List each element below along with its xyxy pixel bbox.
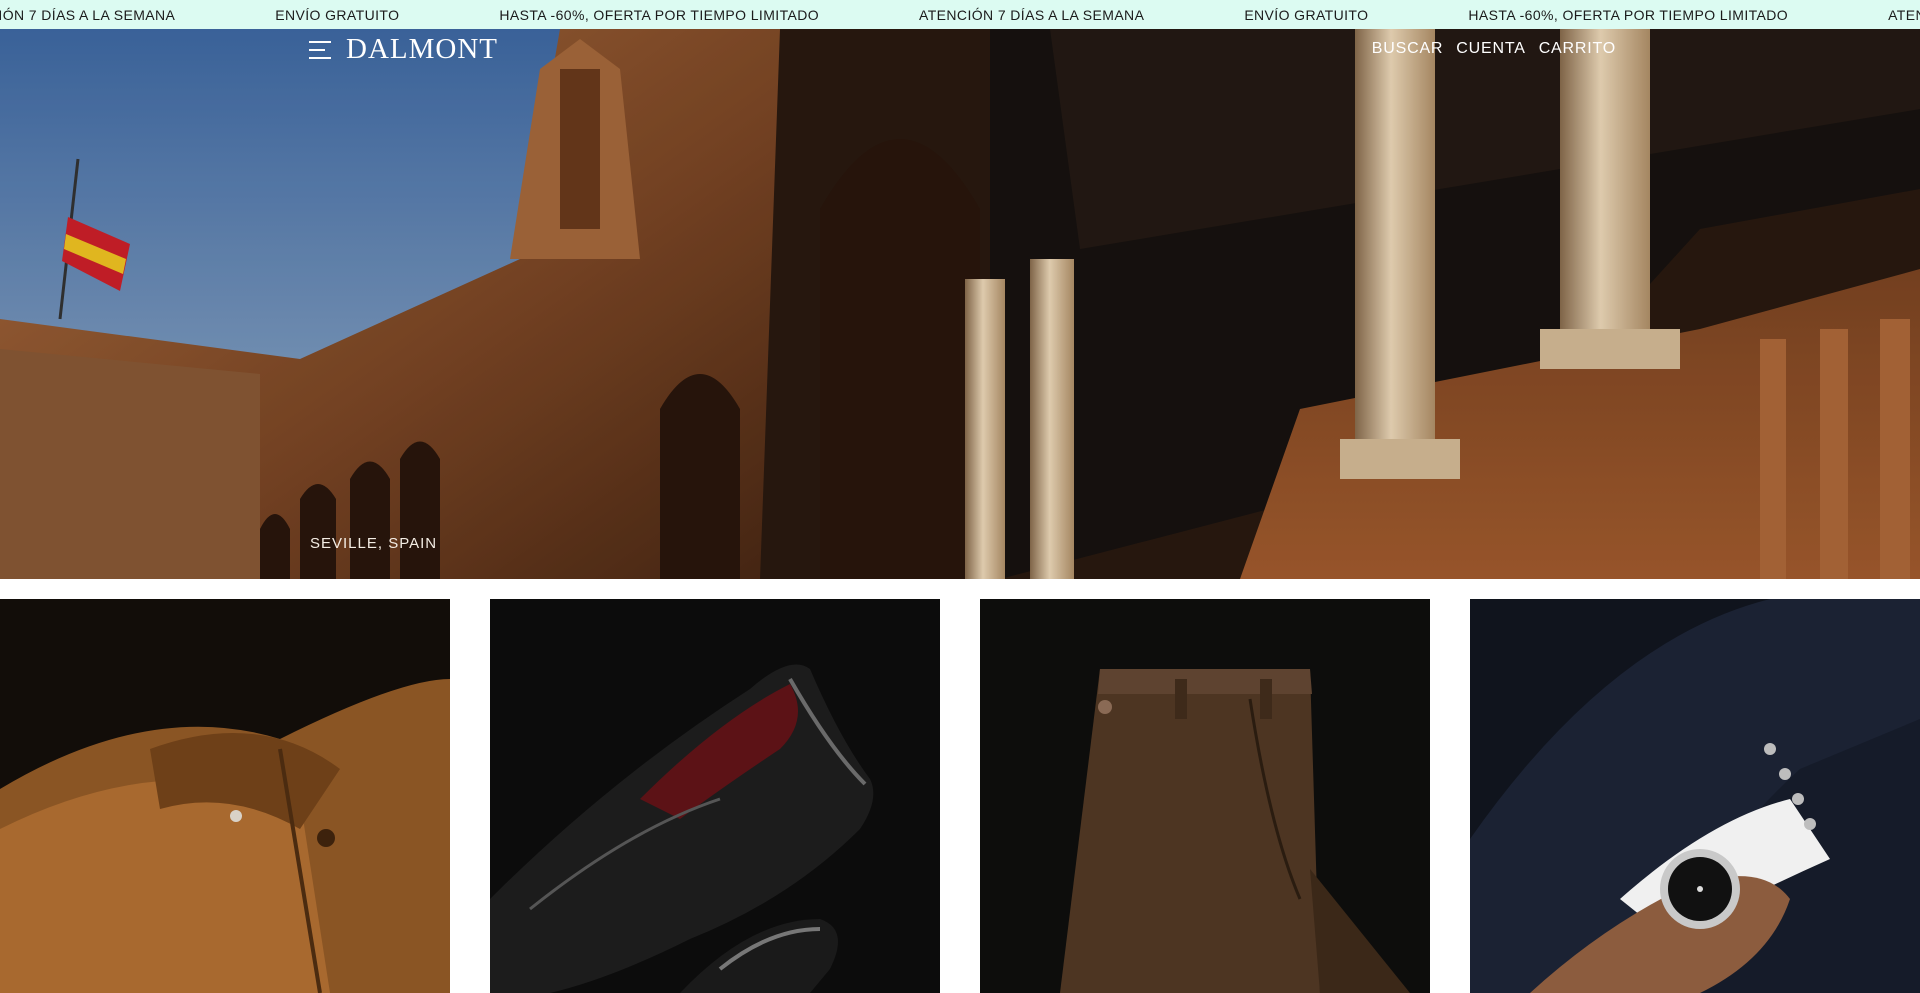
announcement-item: ENVÍO GRATUITO <box>1244 6 1369 23</box>
product-image-wristwatch <box>1470 599 1920 993</box>
product-image-black-loafer <box>490 599 940 993</box>
site-header: DALMONT BUSCAR CUENTA CARRITO <box>0 29 1920 71</box>
announcement-track: ATENCIÓN 7 DÍAS A LA SEMANA ENVÍO GRATUI… <box>0 0 1920 29</box>
product-image-brown-trousers <box>980 599 1430 993</box>
product-tile-watch[interactable] <box>1470 599 1920 993</box>
product-tile-loafer[interactable] <box>490 599 940 993</box>
hero-image-plaza-de-espana <box>0 29 1920 579</box>
announcement-item: HASTA -60%, OFERTA POR TIEMPO LIMITADO <box>499 6 820 23</box>
product-image-brown-shirt <box>0 599 450 993</box>
announcement-item: HASTA -60%, OFERTA POR TIEMPO LIMITADO <box>1468 6 1789 23</box>
product-tile-shirt[interactable] <box>0 599 450 993</box>
header-nav: BUSCAR CUENTA CARRITO <box>1372 40 1616 58</box>
product-tile-trousers[interactable] <box>980 599 1430 993</box>
hamburger-menu-icon[interactable] <box>309 41 331 59</box>
search-link[interactable]: BUSCAR <box>1372 40 1443 58</box>
announcement-item: ATENCIÓN 7 DÍAS A LA SEMANA <box>0 6 176 23</box>
hero-location-caption: SEVILLE, SPAIN <box>310 535 438 552</box>
product-grid <box>0 599 1920 993</box>
cart-link[interactable]: CARRITO <box>1539 40 1616 58</box>
announcement-bar: ATENCIÓN 7 DÍAS A LA SEMANA ENVÍO GRATUI… <box>0 0 1920 29</box>
account-link[interactable]: CUENTA <box>1456 40 1525 58</box>
announcement-item: ENVÍO GRATUITO <box>275 6 400 23</box>
announcement-item: ATENCIÓN 7 DÍAS A LA SEMANA <box>919 6 1145 23</box>
brand-logo[interactable]: DALMONT <box>346 33 498 66</box>
hero-banner: SEVILLE, SPAIN <box>0 29 1920 579</box>
announcement-item: ATENCIÓN 7 DÍAS A LA SEMANA <box>1888 6 1920 23</box>
